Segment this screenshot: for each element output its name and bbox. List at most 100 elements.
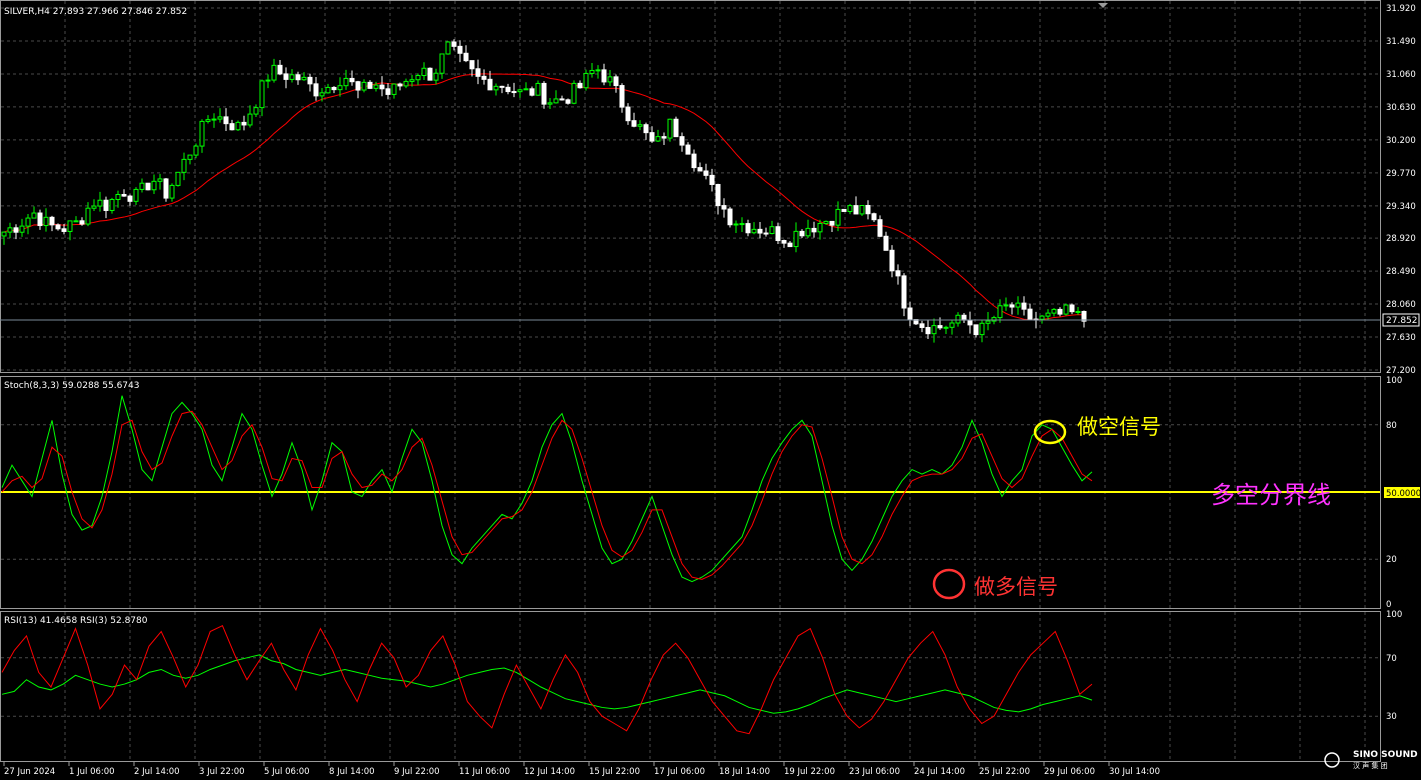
candle-body [91,205,97,209]
candle-body [109,198,115,211]
candle-body [61,228,67,232]
candle-body [1009,304,1015,308]
candle-body [1051,308,1057,314]
candle-body [865,204,871,215]
candle-body [463,52,469,62]
candle-body [799,230,805,237]
stoch-pane-header: Stoch(8,3,3) 59.0288 55.6743 [4,381,139,391]
candle-body [775,226,781,242]
level-50-label: 50.0000 [1386,489,1421,499]
candle-body [529,88,535,96]
candle-body [217,116,223,120]
candle-body [67,220,73,232]
price-tick-label: 28.060 [1386,300,1416,310]
candle-body [703,170,709,176]
candle-body [613,76,619,87]
candle-body [373,84,379,89]
candle-body [565,99,571,104]
stoch-tick-label: 80 [1386,421,1397,431]
candle-body [523,88,529,91]
candle-body [169,184,175,199]
candle-body [895,270,901,277]
candle-body [625,106,631,122]
rsi-tick-label: 30 [1386,712,1397,722]
candle-body [469,60,475,70]
candle-body [145,182,151,191]
candle-body [727,208,733,226]
candle-body [19,225,25,233]
candle-body [841,208,847,212]
candle-body [199,120,205,147]
candle-body [73,220,79,223]
candle-body [331,86,337,91]
x-tick-label: 19 Jul 22:00 [784,767,835,777]
candle-body [187,154,193,160]
candle-body [829,220,835,226]
candle-body [457,45,463,54]
candle-body [601,69,607,83]
candle-body [475,68,481,77]
x-tick-label: 30 Jul 14:00 [1109,767,1160,777]
candle-body [871,213,877,221]
candle-body [301,76,307,81]
candle-body [127,195,133,202]
candle-body [781,240,787,244]
candle-body [619,85,625,108]
price-tick-label: 31.060 [1386,70,1416,80]
price-tick-label: 30.630 [1386,103,1416,113]
candle-body [559,98,565,101]
candle-body [181,158,187,173]
candle-body [835,208,841,226]
candle-body [271,64,277,81]
candle-body [499,85,505,88]
candle-body [313,83,319,97]
candle-body [445,41,451,55]
candle-body [433,72,439,81]
candle-body [223,116,229,125]
candle-body [1045,312,1051,317]
candle-body [973,324,979,336]
candle-body [487,78,493,91]
candle-body [847,205,853,212]
candle-body [1021,302,1027,310]
x-tick-label: 15 Jul 22:00 [589,767,640,777]
candle-body [133,188,139,202]
price-tick-label: 29.340 [1386,202,1416,212]
stoch-tick-label: 0 [1386,600,1391,610]
candle-body [25,217,31,227]
candle-body [505,86,511,93]
candle-body [649,132,655,142]
candle-body [307,76,313,85]
candle-body [643,124,649,134]
candle-body [589,69,595,74]
candle-body [745,223,751,234]
candle-body [877,219,883,237]
candle-body [931,325,937,335]
candle-body [253,107,259,115]
candle-body [385,88,391,95]
candle-body [685,144,691,155]
long-signal-label: 做多信号 [974,575,1058,599]
candle-body [883,235,889,251]
x-tick-label: 24 Jul 14:00 [914,767,965,777]
candle-body [79,220,85,225]
candle-body [757,228,763,234]
candle-body [679,136,685,146]
candle-body [553,98,559,104]
candle-body [121,193,127,197]
candle-body [319,92,325,97]
candle-body [751,228,757,234]
candle-body [817,222,823,233]
candle-body [205,119,211,122]
candle-body [283,73,289,80]
candle-body [13,227,19,233]
candle-body [583,72,589,89]
candle-body [661,136,667,139]
candle-body [793,230,799,248]
candle-body [1069,304,1075,313]
candle-body [31,212,37,219]
candle-body [427,67,433,81]
candle-body [415,75,421,81]
candle-body [949,322,955,328]
price-tick-label: 31.490 [1386,37,1416,47]
